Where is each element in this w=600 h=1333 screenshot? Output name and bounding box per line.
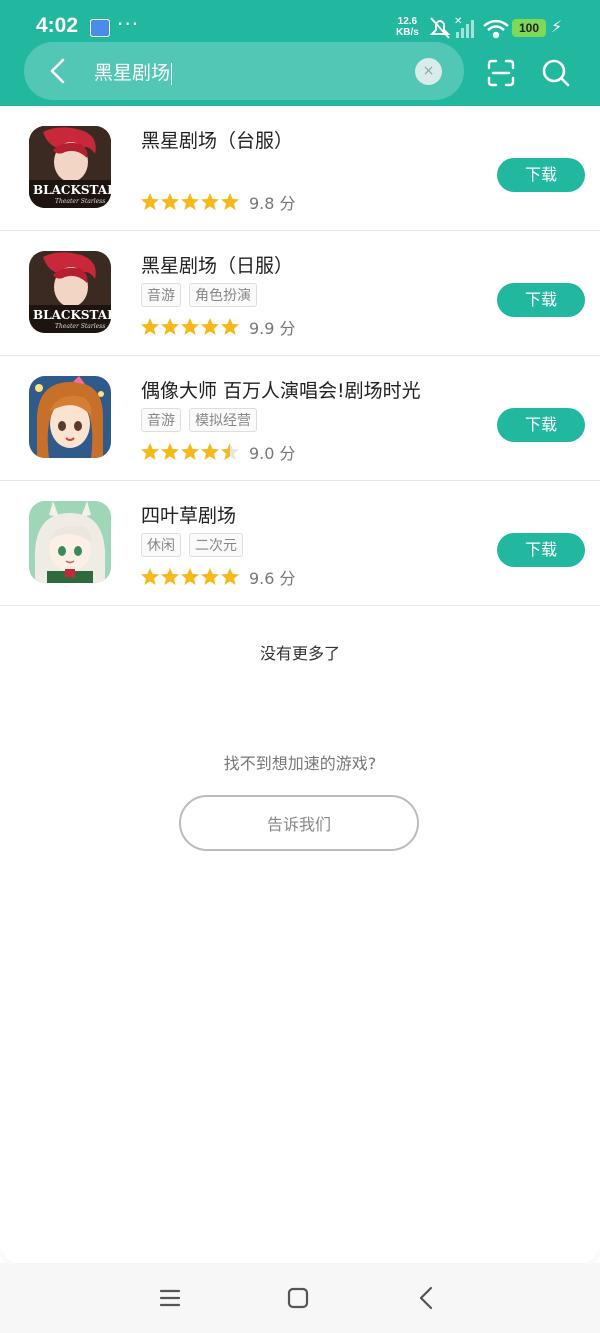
game-title[interactable]: 黑星剧场（台服） <box>141 126 293 153</box>
star-icon <box>181 193 199 210</box>
tell-us-button[interactable]: 告诉我们 <box>179 795 419 851</box>
download-button[interactable]: 下载 <box>497 533 585 567</box>
back-icon[interactable] <box>44 55 74 87</box>
rating: 9.6 分 <box>140 565 296 588</box>
list-item[interactable]: 偶像大师 百万人演唱会!剧场时光 音游 模拟经营 9.0 分 下载 <box>0 356 600 481</box>
score: 9.9 分 <box>249 319 296 338</box>
star-icon <box>221 318 239 335</box>
rating: 9.0 分 <box>140 440 296 463</box>
rating: 9.9 分 <box>140 315 296 338</box>
charging-icon: ⚡ <box>551 17 563 36</box>
black-star-icon: BLACKSTAR Theater Starless <box>29 126 111 208</box>
tag-list: 音游 角色扮演 <box>141 283 265 307</box>
game-title[interactable]: 四叶草剧场 <box>141 501 236 528</box>
rating: 9.8 分 <box>140 190 296 213</box>
recent-apps-icon[interactable] <box>159 1287 181 1309</box>
star-icon <box>161 443 179 460</box>
star-icon <box>201 318 219 335</box>
download-button[interactable]: 下载 <box>497 283 585 317</box>
score: 9.0 分 <box>249 444 296 463</box>
battery-indicator: 100 <box>512 19 546 37</box>
text-caret <box>171 62 173 85</box>
star-icon <box>181 318 199 335</box>
search-box[interactable] <box>24 42 464 100</box>
no-more-results: 没有更多了 <box>259 644 340 663</box>
star-icon <box>161 193 179 210</box>
game-title[interactable]: 黑星剧场（日服） <box>141 251 293 278</box>
tag: 音游 <box>141 408 181 432</box>
content-bottom-edge <box>0 1240 600 1264</box>
header: 4:02 ··· 12.6 KB/s ✕ 100 ⚡ 黑星剧场 × <box>0 0 600 106</box>
search-results-list: BLACKSTAR Theater Starless 黑星剧场（台服） 9.8 … <box>0 106 600 606</box>
system-back-icon[interactable] <box>417 1286 435 1310</box>
svg-text:Theater Starless: Theater Starless <box>55 198 105 205</box>
star-icon <box>201 193 219 210</box>
list-item[interactable]: BLACKSTAR Theater Starless 黑星剧场（台服） 9.8 … <box>0 106 600 231</box>
star-icon <box>221 193 239 210</box>
black-star-icon: BLACKSTAR Theater Starless <box>29 251 111 333</box>
svg-text:BLACKSTAR: BLACKSTAR <box>33 308 111 322</box>
star-icon <box>161 318 179 335</box>
idolmaster-icon <box>29 376 111 458</box>
clear-search-button[interactable]: × <box>415 58 442 85</box>
star-icon <box>201 568 219 585</box>
star-icon <box>161 568 179 585</box>
tag: 二次元 <box>189 533 243 557</box>
network-speed: 12.6 KB/s <box>396 16 419 38</box>
star-icon <box>141 318 159 335</box>
tag: 角色扮演 <box>189 283 257 307</box>
star-icon <box>141 193 159 210</box>
game-title[interactable]: 偶像大师 百万人演唱会!剧场时光 <box>141 376 421 403</box>
download-button[interactable]: 下载 <box>497 408 585 442</box>
star-icon <box>181 568 199 585</box>
download-button[interactable]: 下载 <box>497 158 585 192</box>
star-icon <box>141 568 159 585</box>
home-icon[interactable] <box>287 1287 309 1309</box>
network-speed-unit: KB/s <box>396 27 419 38</box>
search-query: 黑星剧场 <box>94 62 171 84</box>
svg-text:✕: ✕ <box>454 16 462 27</box>
tag-list: 休闲 二次元 <box>141 533 251 557</box>
star-icon <box>201 443 219 460</box>
star-icon <box>221 568 239 585</box>
star-icon <box>141 443 159 460</box>
score: 9.8 分 <box>249 194 296 213</box>
tag: 休闲 <box>141 533 181 557</box>
score: 9.6 分 <box>249 569 296 588</box>
more-notifications-icon: ··· <box>117 12 140 36</box>
svg-text:BLACKSTAR: BLACKSTAR <box>33 183 111 197</box>
list-item[interactable]: BLACKSTAR Theater Starless 黑星剧场（日服） 音游 角色… <box>0 231 600 356</box>
status-time: 4:02 <box>36 14 79 37</box>
clover-theater-icon <box>29 501 111 583</box>
half-star-icon <box>221 443 239 460</box>
notification-app-icon <box>90 19 110 37</box>
tag-list: 音游 模拟经营 <box>141 408 265 432</box>
search-input[interactable]: 黑星剧场 <box>94 58 173 85</box>
wifi-icon <box>483 19 509 39</box>
tag: 音游 <box>141 283 181 307</box>
search-icon[interactable] <box>541 58 571 88</box>
list-item[interactable]: 四叶草剧场 休闲 二次元 9.6 分 下载 <box>0 481 600 606</box>
scan-icon[interactable] <box>486 58 516 88</box>
status-icons: ✕ <box>429 16 509 39</box>
star-icon <box>181 443 199 460</box>
tag: 模拟经营 <box>189 408 257 432</box>
svg-text:Theater Starless: Theater Starless <box>55 323 105 330</box>
mute-bell-icon <box>429 17 451 39</box>
network-speed-value: 12.6 <box>397 16 418 27</box>
cant-find-prompt: 找不到想加速的游戏? <box>223 754 377 773</box>
